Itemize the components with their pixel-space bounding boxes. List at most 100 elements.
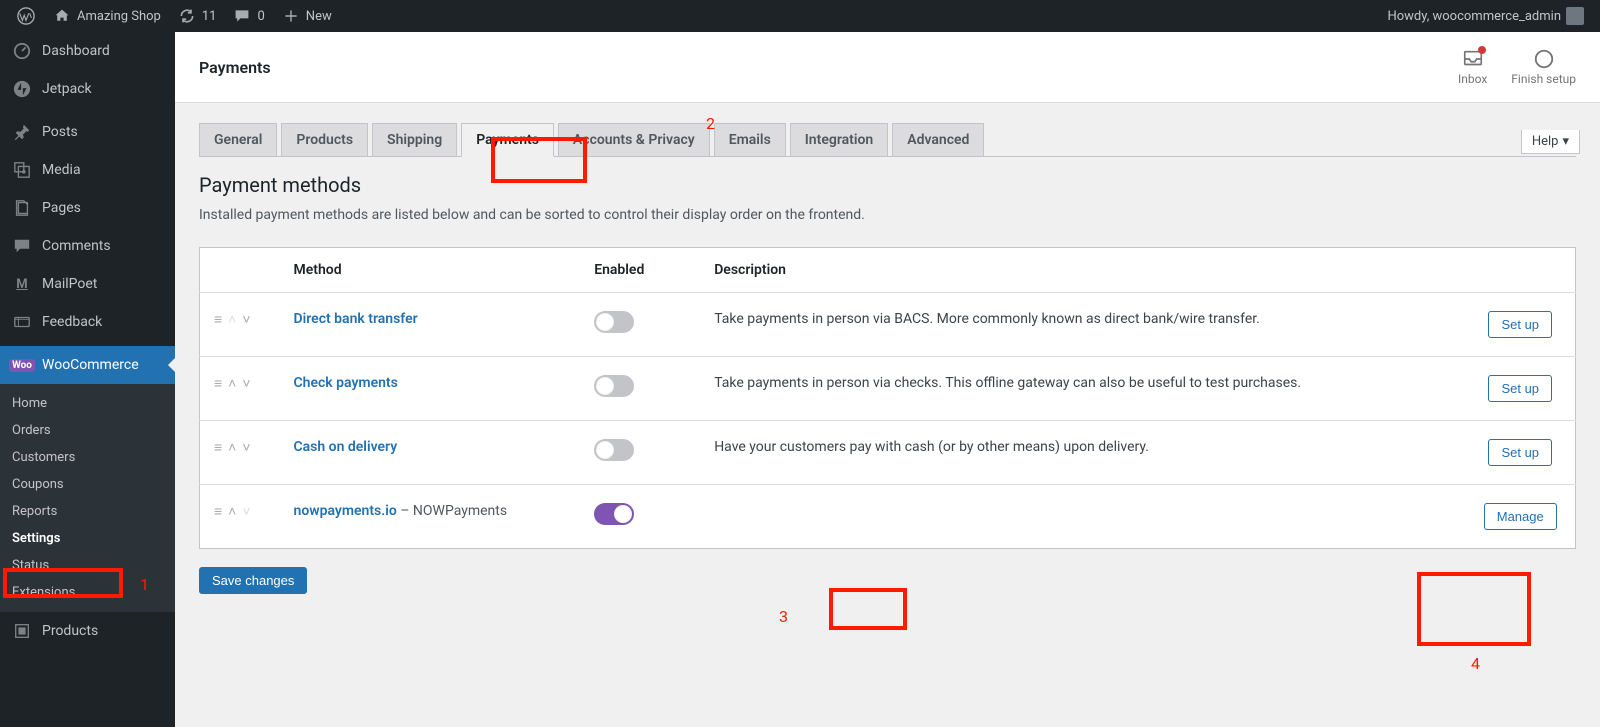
table-row: ≡ ˄ ˅ Cash on delivery Have your custome… <box>200 421 1576 485</box>
table-row: ≡ ˄ ˅ Direct bank transfer Take payments… <box>200 293 1576 357</box>
tab-advanced[interactable]: Advanced <box>892 123 984 156</box>
site-name-label: Amazing Shop <box>77 9 161 24</box>
tab-payments[interactable]: Payments <box>461 123 554 157</box>
sidebar-subitem-settings[interactable]: Settings <box>0 525 175 552</box>
sidebar-item-label: Comments <box>42 238 111 254</box>
col-method: Method <box>280 248 581 293</box>
enabled-toggle[interactable] <box>594 503 634 525</box>
move-up-icon[interactable]: ˄ <box>228 503 236 520</box>
move-down-icon[interactable]: ˅ <box>242 503 250 520</box>
move-down-icon[interactable]: ˅ <box>242 439 250 456</box>
dashboard-icon <box>12 41 32 61</box>
table-row: ≡ ˄ ˅ Check payments Take payments in pe… <box>200 357 1576 421</box>
sidebar-subitem-orders[interactable]: Orders <box>0 417 175 444</box>
drag-handle-icon[interactable]: ≡ <box>214 503 222 520</box>
sidebar-item-media[interactable]: Media <box>0 151 175 189</box>
drag-handle-icon[interactable]: ≡ <box>214 311 222 328</box>
sidebar-item-woocommerce[interactable]: WooWooCommerce <box>0 346 175 384</box>
method-link[interactable]: nowpayments.io <box>294 503 397 519</box>
sidebar-subitem-status[interactable]: Status <box>0 552 175 579</box>
wp-logo-link[interactable] <box>8 0 44 32</box>
move-up-icon[interactable]: ˄ <box>228 439 236 456</box>
section-title: Payment methods <box>199 173 1576 197</box>
enabled-toggle[interactable] <box>594 439 634 461</box>
tab-shipping[interactable]: Shipping <box>372 123 457 156</box>
method-desc: Have your customers pay with cash (or by… <box>700 421 1465 485</box>
woo-icon: Woo <box>12 355 32 375</box>
method-link[interactable]: Direct bank transfer <box>294 311 418 327</box>
sidebar-item-label: Feedback <box>42 314 102 330</box>
sidebar-subitem-customers[interactable]: Customers <box>0 444 175 471</box>
products-icon <box>12 621 32 641</box>
move-down-icon[interactable]: ˅ <box>242 375 250 392</box>
new-label: New <box>306 9 332 24</box>
section-desc: Installed payment methods are listed bel… <box>199 207 1576 223</box>
feedback-icon <box>12 312 32 332</box>
wordpress-icon <box>16 6 36 26</box>
tab-integration[interactable]: Integration <box>790 123 888 156</box>
notification-dot <box>1478 46 1486 54</box>
method-suffix: – NOWPayments <box>397 503 507 519</box>
inbox-button[interactable]: Inbox <box>1458 48 1487 86</box>
chevron-down-icon: ▾ <box>1562 134 1569 149</box>
enabled-toggle[interactable] <box>594 311 634 333</box>
page-icon <box>12 198 32 218</box>
sidebar-item-jetpack[interactable]: Jetpack <box>0 70 175 108</box>
settings-tabs: General Products Shipping Payments Accou… <box>199 123 1576 157</box>
sidebar-item-dashboard[interactable]: Dashboard <box>0 32 175 70</box>
sidebar-item-posts[interactable]: Posts <box>0 113 175 151</box>
topbar-left: Amazing Shop 11 0 New <box>8 0 340 32</box>
sidebar-subitem-home[interactable]: Home <box>0 390 175 417</box>
move-up-icon[interactable]: ˄ <box>228 375 236 392</box>
col-description: Description <box>700 248 1465 293</box>
sidebar-item-pages[interactable]: Pages <box>0 189 175 227</box>
tab-accounts[interactable]: Accounts & Privacy <box>558 123 710 156</box>
finish-label: Finish setup <box>1511 72 1576 86</box>
payment-methods-table: Method Enabled Description ≡ ˄ ˅ Direct … <box>199 247 1576 549</box>
method-desc: Take payments in person via checks. This… <box>700 357 1465 421</box>
sidebar-subitem-extensions[interactable]: Extensions <box>0 579 175 606</box>
inbox-icon <box>1462 48 1484 70</box>
sidebar-subitem-reports[interactable]: Reports <box>0 498 175 525</box>
sidebar-subitem-coupons[interactable]: Coupons <box>0 471 175 498</box>
finish-setup-button[interactable]: Finish setup <box>1511 48 1576 86</box>
new-link[interactable]: New <box>273 0 340 32</box>
sidebar-item-label: Media <box>42 162 81 178</box>
sidebar-item-label: Posts <box>42 124 78 140</box>
jetpack-icon <box>12 79 32 99</box>
move-up-icon[interactable]: ˄ <box>228 311 236 328</box>
move-down-icon[interactable]: ˅ <box>242 311 250 328</box>
setup-button[interactable]: Set up <box>1488 439 1552 466</box>
sidebar-item-label: Pages <box>42 200 81 216</box>
header-actions: Inbox Finish setup <box>1458 48 1576 86</box>
method-link[interactable]: Cash on delivery <box>294 439 398 455</box>
tab-products[interactable]: Products <box>281 123 368 156</box>
circle-icon <box>1533 48 1555 70</box>
sidebar-item-products[interactable]: Products <box>0 612 175 650</box>
setup-button[interactable]: Set up <box>1488 375 1552 402</box>
site-name-link[interactable]: Amazing Shop <box>44 0 169 32</box>
sidebar-item-mailpoet[interactable]: MMailPoet <box>0 265 175 303</box>
setup-button[interactable]: Set up <box>1488 311 1552 338</box>
save-changes-button[interactable]: Save changes <box>199 567 307 594</box>
enabled-toggle[interactable] <box>594 375 634 397</box>
tab-general[interactable]: General <box>199 123 277 156</box>
col-action <box>1466 248 1576 293</box>
updates-link[interactable]: 11 <box>169 0 225 32</box>
drag-handle-icon[interactable]: ≡ <box>214 375 222 392</box>
content-header: Payments Inbox Finish setup <box>175 32 1600 103</box>
sidebar-item-comments[interactable]: Comments <box>0 227 175 265</box>
sidebar-item-feedback[interactable]: Feedback <box>0 303 175 341</box>
comment-icon <box>232 6 252 26</box>
settings-body: General Products Shipping Payments Accou… <box>175 103 1600 614</box>
tab-emails[interactable]: Emails <box>714 123 786 156</box>
comments-link[interactable]: 0 <box>224 0 272 32</box>
home-icon <box>52 6 72 26</box>
media-icon <box>12 160 32 180</box>
manage-button[interactable]: Manage <box>1484 503 1557 530</box>
help-tab[interactable]: Help▾ <box>1521 130 1580 154</box>
howdy-link[interactable]: Howdy, woocommerce_admin <box>1379 0 1592 32</box>
admin-sidebar: Dashboard Jetpack Posts Media Pages Comm… <box>0 32 175 727</box>
drag-handle-icon[interactable]: ≡ <box>214 439 222 456</box>
method-link[interactable]: Check payments <box>294 375 398 391</box>
